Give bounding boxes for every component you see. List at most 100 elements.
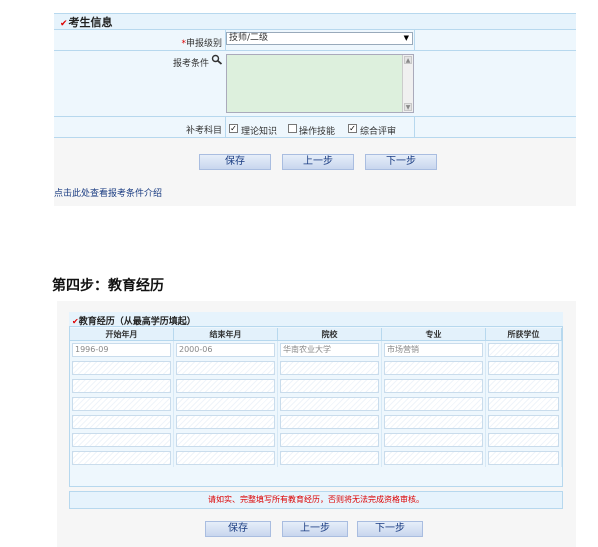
education-input[interactable] [488,433,559,447]
table-cell [70,395,174,413]
education-input[interactable] [280,361,379,375]
magnifier-icon[interactable] [211,54,223,68]
education-input[interactable] [384,397,483,411]
education-input[interactable] [488,343,559,357]
table-cell [278,377,382,395]
table-cell [382,395,486,413]
table-cell [174,413,278,431]
table-row [70,395,562,413]
education-input[interactable]: 市场营销 [384,343,483,357]
apply-condition-textarea[interactable]: ▲ ▼ [226,54,414,113]
education-input[interactable] [384,361,483,375]
education-input[interactable] [72,451,171,465]
education-input[interactable] [72,433,171,447]
table-cell [174,431,278,449]
table-row [70,413,562,431]
scroll-down-icon[interactable]: ▼ [404,103,412,111]
scroll-up-icon[interactable]: ▲ [404,56,412,64]
textarea-scrollbar[interactable]: ▲ ▼ [402,55,413,112]
education-input[interactable]: 2000-06 [176,343,275,357]
form-divider [225,30,226,51]
table-cell [278,395,382,413]
education-input[interactable]: 华南农业大学 [280,343,379,357]
view-conditions-link[interactable]: 点击此处查看报考条件介绍 [54,186,162,199]
table-cell [278,359,382,377]
table-cell [70,359,174,377]
education-input[interactable] [488,397,559,411]
prev-step-button[interactable]: 上一步 [282,521,348,537]
table-row [70,449,562,467]
dropdown-arrow-icon: ▼ [403,34,409,42]
checkbox-theory[interactable]: ✓ [229,124,238,133]
education-input[interactable] [176,451,275,465]
education-input[interactable] [176,415,275,429]
table-row [70,431,562,449]
table-cell [382,359,486,377]
education-input[interactable] [176,361,275,375]
education-input[interactable] [488,361,559,375]
table-cell [278,449,382,467]
education-input[interactable] [176,433,275,447]
checkbox-skill-label: 操作技能 [299,127,336,137]
table-cell [70,413,174,431]
education-input[interactable] [176,379,275,393]
column-header: 院校 [278,328,382,341]
education-input[interactable] [176,397,275,411]
education-input[interactable] [488,379,559,393]
education-input[interactable] [384,451,483,465]
candidate-info-header [54,13,576,30]
table-cell [382,413,486,431]
education-input[interactable] [384,415,483,429]
table-cell [486,377,562,395]
table-cell [278,431,382,449]
next-step-button[interactable]: 下一步 [357,521,423,537]
education-input[interactable] [72,397,171,411]
table-row [70,359,562,377]
education-input[interactable] [72,361,171,375]
next-step-button[interactable]: 下一步 [365,154,437,170]
checkbox-review-label: 综合评审 [360,127,397,137]
supplementary-subjects-label: 补考科目 [185,126,222,136]
education-input[interactable] [488,415,559,429]
education-title: ✔教育经历（从最高学历填起） [72,317,196,327]
education-input[interactable] [280,397,379,411]
checkmark-icon: ✔ [60,19,68,29]
education-input[interactable] [384,433,483,447]
checkbox-skill[interactable] [288,124,297,133]
column-header: 所获学位 [486,328,562,341]
save-button[interactable]: 保存 [199,154,271,170]
table-cell [174,449,278,467]
table-cell [278,413,382,431]
save-button[interactable]: 保存 [205,521,271,537]
table-cell [174,395,278,413]
education-input[interactable] [384,379,483,393]
table-cell [70,377,174,395]
prev-step-button[interactable]: 上一步 [282,154,354,170]
table-row [70,377,562,395]
education-input[interactable] [280,433,379,447]
form-divider [414,117,415,138]
apply-level-select[interactable]: 技师/二级 ▼ [226,32,413,45]
education-input[interactable] [280,379,379,393]
education-input[interactable]: 1996-09 [72,343,171,357]
notice-message: 请如实、完整填写所有教育经历，否则将无法完成资格审核。 [69,491,563,509]
table-cell: 华南农业大学 [278,341,382,359]
education-input[interactable] [488,451,559,465]
education-input[interactable] [72,415,171,429]
table-cell [486,431,562,449]
table-cell [486,395,562,413]
table-cell [70,431,174,449]
checkmark-icon: ✔ [72,317,79,326]
education-input[interactable] [280,451,379,465]
checkbox-review[interactable]: ✓ [348,124,357,133]
table-cell [486,341,562,359]
education-input[interactable] [72,379,171,393]
table-cell [382,449,486,467]
column-header: 开始年月 [70,328,174,341]
education-input[interactable] [280,415,379,429]
table-cell: 市场营销 [382,341,486,359]
column-header: 专业 [382,328,486,341]
table-cell [486,413,562,431]
table-cell [174,377,278,395]
column-header: 结束年月 [174,328,278,341]
